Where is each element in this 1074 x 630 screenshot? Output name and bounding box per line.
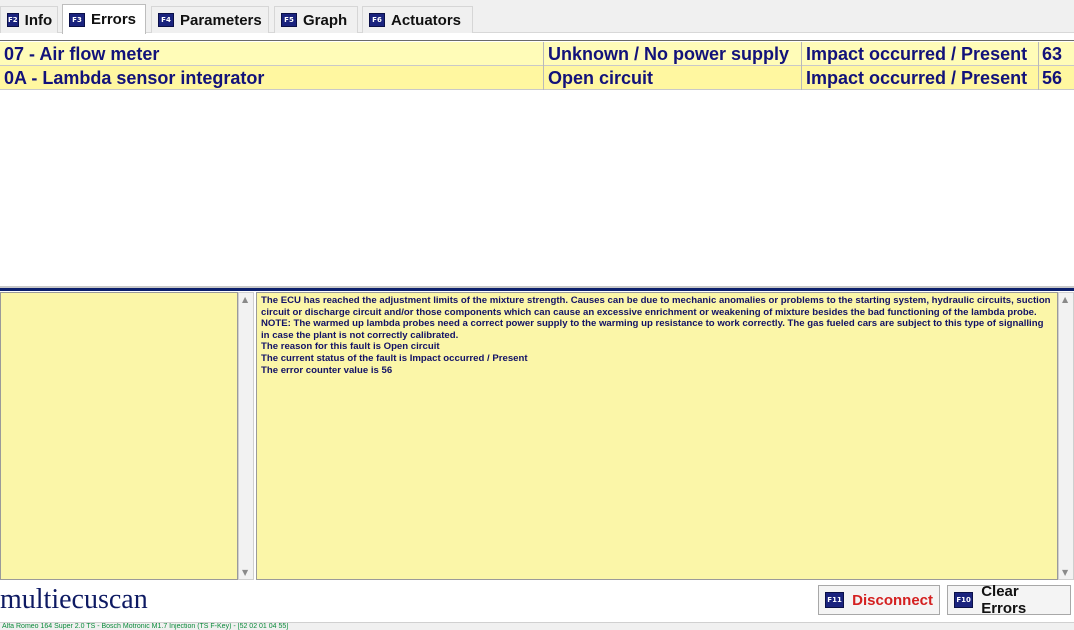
f5-key-icon: F5 <box>281 13 297 27</box>
left-pane-scrollbar[interactable]: ▲ ▼ <box>238 292 254 580</box>
tab-label: Actuators <box>391 11 462 29</box>
tab-bar: F2 Info F3 Errors F4 Parameters F5 Graph… <box>0 0 1074 34</box>
error-count: 56 <box>1042 67 1063 88</box>
tab-info[interactable]: F2 Info <box>0 6 58 33</box>
description-scrollbar[interactable]: ▲ ▼ <box>1058 292 1074 580</box>
f6-key-icon: F6 <box>369 13 385 27</box>
button-label: Clear Errors <box>981 583 1027 617</box>
tab-parameters[interactable]: F4 Parameters <box>151 6 269 33</box>
tab-actuators[interactable]: F6 Actuators <box>362 6 473 33</box>
app-window: F2 Info F3 Errors F4 Parameters F5 Graph… <box>0 0 1074 630</box>
tab-label: Parameters <box>180 11 262 29</box>
f2-key-icon: F2 <box>7 13 19 27</box>
error-row[interactable]: 07 - Air flow meter Unknown / No power s… <box>0 42 1074 66</box>
scroll-down-icon[interactable]: ▼ <box>242 568 248 577</box>
scroll-up-icon[interactable]: ▲ <box>242 295 248 304</box>
tab-label: Info <box>24 11 53 29</box>
description-line: The error counter value is 56 <box>261 364 393 376</box>
tab-label: Errors <box>91 11 137 28</box>
tab-label: Graph <box>303 11 348 29</box>
clear-errors-button[interactable]: F10 Clear Errors <box>947 583 1071 617</box>
error-list: 07 - Air flow meter Unknown / No power s… <box>0 40 1074 288</box>
left-info-pane[interactable] <box>0 292 238 580</box>
error-status: Impact occurred / Present <box>802 42 1039 66</box>
error-row-selected[interactable]: 0A - Lambda sensor integrator Open circu… <box>0 66 1074 90</box>
description-line: The current status of the fault is Impac… <box>261 352 528 364</box>
button-label: Disconnect <box>852 591 933 609</box>
tab-errors[interactable]: F3 Errors <box>62 4 146 34</box>
f3-key-icon: F3 <box>69 12 85 27</box>
error-type: Unknown / No power supply <box>544 42 802 66</box>
pane-splitter[interactable] <box>0 288 1074 291</box>
f10-key-icon: F10 <box>954 592 974 608</box>
error-name: 0A - Lambda sensor integrator <box>0 66 544 90</box>
description-line: The ECU has reached the adjustment limit… <box>261 295 1051 318</box>
error-status: Impact occurred / Present <box>802 66 1039 90</box>
error-count: 63 <box>1042 43 1063 64</box>
f4-key-icon: F4 <box>158 13 174 27</box>
f11-key-icon: F11 <box>825 592 845 608</box>
error-name: 07 - Air flow meter <box>0 42 544 66</box>
app-logo: multiecuscan <box>0 584 148 615</box>
disconnect-button[interactable]: F11 Disconnect <box>818 585 940 615</box>
description-line: The reason for this fault is Open circui… <box>261 341 440 353</box>
scroll-up-icon[interactable]: ▲ <box>1062 295 1068 304</box>
tab-graph[interactable]: F5 Graph <box>274 6 358 33</box>
description-line: NOTE: The warmed up lambda probes need a… <box>261 318 1044 341</box>
error-type: Open circuit <box>544 66 802 90</box>
status-bar: Alfa Romeo 164 Super 2.0 TS - Bosch Motr… <box>0 622 1074 630</box>
fault-description-pane[interactable]: The ECU has reached the adjustment limit… <box>256 292 1058 580</box>
scroll-down-icon[interactable]: ▼ <box>1062 568 1068 577</box>
